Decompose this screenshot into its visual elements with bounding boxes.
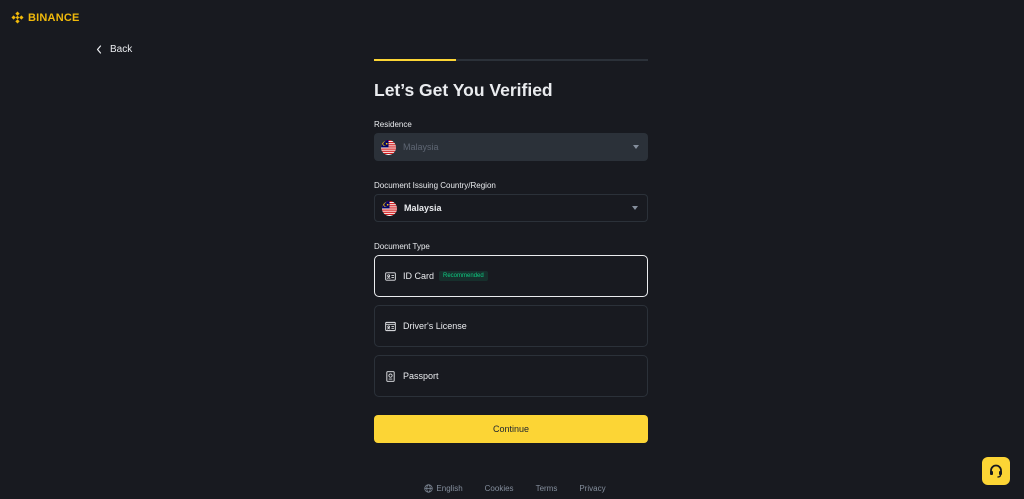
document-option-label: Passport (403, 371, 439, 381)
residence-label: Residence (374, 120, 412, 129)
document-option-id-card[interactable]: ID Card Recommended (374, 255, 648, 297)
document-option-drivers-license[interactable]: Driver's License (374, 305, 648, 347)
issuing-country-label: Document Issuing Country/Region (374, 181, 496, 190)
footer: English Cookies Terms Privacy (0, 484, 1024, 493)
support-chat-button[interactable] (982, 457, 1010, 485)
document-option-passport[interactable]: Passport (374, 355, 648, 397)
caret-down-icon (632, 206, 638, 210)
document-option-label: Driver's License (403, 321, 467, 331)
page-title: Let’s Get You Verified (374, 80, 553, 100)
footer-link-privacy[interactable]: Privacy (579, 484, 605, 493)
drivers-license-icon (385, 321, 396, 331)
progress-bar (374, 59, 648, 61)
language-label: English (436, 484, 463, 493)
continue-button[interactable]: Continue (374, 415, 648, 443)
globe-icon (424, 484, 434, 493)
language-selector[interactable]: English (424, 484, 463, 493)
footer-link-cookies[interactable]: Cookies (485, 484, 514, 493)
caret-down-icon (633, 145, 639, 149)
residence-select: Malaysia (374, 133, 648, 161)
back-button[interactable]: Back (96, 44, 132, 55)
document-option-label: ID Card (403, 271, 435, 281)
brand-name: BINANCE (28, 11, 80, 24)
residence-value: Malaysia (403, 142, 439, 152)
id-card-icon (385, 271, 396, 281)
passport-icon (386, 370, 395, 382)
binance-logo-icon (11, 11, 24, 24)
issuing-country-select[interactable]: Malaysia (374, 194, 648, 222)
verification-form: Let’s Get You Verified Residence Malaysi… (374, 59, 648, 443)
headset-icon (990, 464, 1002, 478)
document-type-label: Document Type (374, 242, 430, 251)
progress-bar-fill (374, 59, 457, 61)
footer-link-terms[interactable]: Terms (536, 484, 558, 493)
malaysia-flag-icon (382, 200, 397, 216)
malaysia-flag-icon (381, 139, 396, 155)
issuing-country-value: Malaysia (404, 203, 442, 213)
recommended-badge: Recommended (439, 271, 488, 281)
back-label: Back (110, 44, 133, 55)
chevron-left-icon (96, 45, 102, 54)
verification-page: BINANCE Back Let’s Get You Verified Resi… (0, 0, 1024, 499)
binance-logo[interactable]: BINANCE (11, 11, 80, 24)
